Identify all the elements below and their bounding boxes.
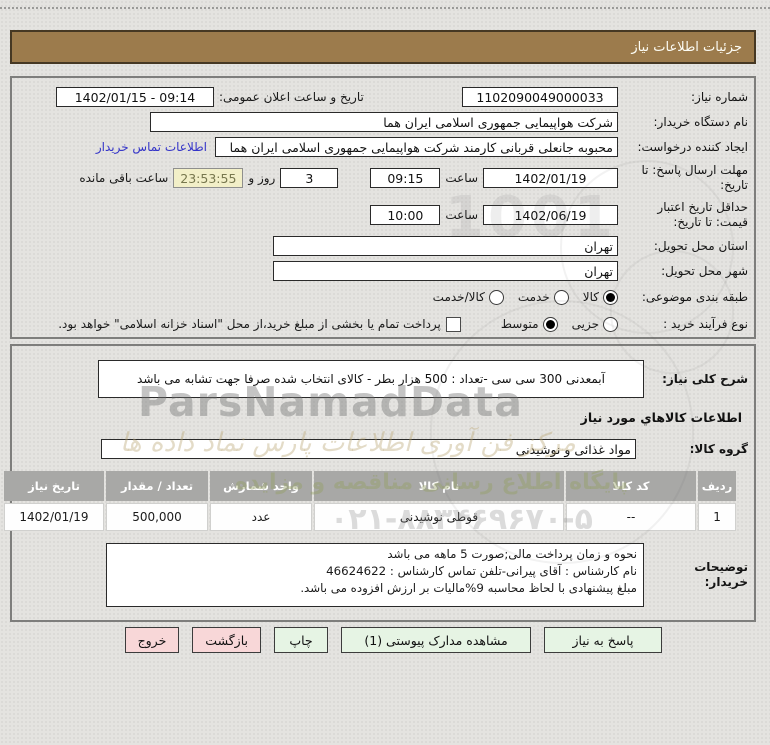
need-info-panel: شماره نیاز: 1102090049000033 تاریخ و ساع…: [10, 76, 756, 339]
remaining-label: ساعت باقی مانده: [79, 171, 169, 185]
col-need-date: تاریخ نیاز: [4, 471, 104, 501]
classification-label: طبقه بندی موضوعی:: [641, 289, 748, 304]
exit-button[interactable]: خروج: [124, 627, 180, 653]
col-goods-name: نام کالا: [314, 471, 564, 501]
need-desc-field[interactable]: آبمعدنی 300 سی سی -تعداد : 500 هزار بطر …: [98, 360, 644, 398]
time-remaining-field: 23:53:55: [173, 168, 244, 188]
process-label: نوع فرآیند خرید :: [663, 316, 748, 331]
goods-group-label: گروه کالا:: [689, 441, 748, 456]
announce-datetime-field[interactable]: 1402/01/15 - 09:14: [56, 87, 214, 107]
page-title-text: جزئیات اطلاعات نیاز: [631, 39, 742, 55]
cell-row-number: 1: [698, 503, 736, 531]
radio-goods[interactable]: [603, 289, 618, 305]
table-row[interactable]: 1 -- قوطی نوشیدنی عدد 500,000 1402/01/19: [4, 503, 736, 531]
print-button[interactable]: چاپ: [274, 627, 328, 653]
row-province: استان محل تحویل: تهران: [12, 236, 748, 256]
radio-partial-label: جزیی: [571, 317, 599, 331]
city-label: شهر محل تحویل:: [661, 263, 748, 278]
col-goods-code: کد کالا: [566, 471, 696, 501]
radio-medium[interactable]: [542, 316, 558, 332]
row-buyer-notes: توضیحات خریدار: نحوه و زمان پرداخت مالی;…: [12, 543, 748, 607]
row-price-validity: حداقل تاریخ اعتبار قیمت: تا تاریخ: 1402/…: [12, 199, 748, 231]
validity-label: حداقل تاریخ اعتبار قیمت: تا تاریخ:: [657, 200, 748, 229]
row-deadline: مهلت ارسال پاسخ: تا تاریخ: 1402/01/19 سا…: [12, 162, 748, 194]
row-need-desc: شرح کلی نیاز: آبمعدنی 300 سی سی -تعداد :…: [12, 360, 748, 398]
radio-goods-service-label: کالا/خدمت: [432, 290, 485, 304]
announce-label: تاریخ و ساعت اعلان عمومی:: [219, 90, 364, 104]
validity-time-field[interactable]: 10:00: [370, 205, 441, 225]
deadline-date-field[interactable]: 1402/01/19: [483, 168, 618, 188]
row-goods-group: گروه کالا: مواد غذائی و نوشیدنی: [12, 439, 748, 459]
back-button[interactable]: بازگشت: [192, 627, 261, 653]
view-attachments-button[interactable]: مشاهده مدارک پیوستی (1): [341, 627, 531, 653]
radio-partial[interactable]: [603, 316, 618, 332]
days-and-label: روز و: [248, 171, 276, 185]
buyer-notes-line2: نام کارشناس : آقای پیرانی-تلفن تماس کارش…: [326, 564, 637, 579]
col-count-unit: واحد شمارش: [210, 471, 312, 501]
row-classification: طبقه بندی موضوعی: کالا خدمت کالا/خدمت: [12, 286, 748, 308]
need-details-page: { "header": { "title": "جزئیات اطلاعات ن…: [0, 0, 770, 745]
need-desc-label: شرح کلی نیاز:: [662, 371, 748, 386]
top-dotted-divider: [0, 7, 770, 9]
buyer-notes-field[interactable]: نحوه و زمان پرداخت مالی;صورت 5 ماهه می ب…: [106, 543, 644, 607]
goods-table-header: ردیف کد کالا نام کالا واحد شمارش تعداد /…: [4, 471, 736, 501]
radio-service[interactable]: [553, 289, 569, 305]
page-title: جزئیات اطلاعات نیاز: [10, 30, 756, 64]
col-quantity: تعداد / مقدار: [106, 471, 208, 501]
cell-goods-name: قوطی نوشیدنی: [314, 503, 564, 531]
radio-goods-service[interactable]: [488, 289, 504, 305]
buyer-notes-line1: نحوه و زمان پرداخت مالی;صورت 5 ماهه می ب…: [387, 547, 637, 561]
row-city: شهر محل تحویل: تهران: [12, 261, 748, 281]
buyer-notes-line3: مبلغ پیشنهادی با لحاظ محاسبه 9%مالیات بر…: [300, 581, 637, 596]
buyer-contact-link[interactable]: اطلاعات تماس خریدار: [96, 140, 207, 154]
deadline-label: مهلت ارسال پاسخ: تا تاریخ:: [641, 163, 748, 192]
validity-hour-label: ساعت: [445, 208, 478, 222]
row-need-number: شماره نیاز: 1102090049000033 تاریخ و ساع…: [12, 87, 748, 107]
cell-quantity: 500,000: [106, 503, 208, 531]
goods-info-panel: شرح کلی نیاز: آبمعدنی 300 سی سی -تعداد :…: [4, 344, 756, 622]
buyer-org-label: نام دستگاه خریدار:: [653, 114, 749, 129]
cell-count-unit: عدد: [210, 503, 312, 531]
deadline-hour-label: ساعت: [445, 171, 478, 185]
need-number-label: شماره نیاز:: [691, 89, 748, 104]
radio-medium-label: متوسط: [500, 317, 539, 331]
col-row-number: ردیف: [698, 471, 736, 501]
treasury-checkbox-label: پرداخت تمام یا بخشی از مبلغ خرید،از محل …: [58, 317, 441, 331]
creator-label: ایجاد کننده درخواست:: [637, 139, 748, 154]
deadline-time-field[interactable]: 09:15: [370, 168, 441, 188]
days-remaining-field: 3: [280, 168, 339, 188]
need-number-field[interactable]: 1102090049000033: [462, 87, 618, 107]
radio-service-label: خدمت: [517, 290, 550, 304]
goods-group-field[interactable]: مواد غذائی و نوشیدنی: [101, 439, 636, 459]
buyer-notes-label: توضیحات خریدار:: [694, 560, 748, 589]
row-creator: ایجاد کننده درخواست: محبوبه جانعلی قربان…: [12, 137, 748, 157]
respond-to-need-button[interactable]: پاسخ به نیاز: [544, 627, 662, 653]
province-field[interactable]: تهران: [273, 236, 618, 256]
row-process-type: نوع فرآیند خرید : جزیی متوسط پرداخت تمام…: [12, 313, 748, 335]
province-label: استان محل تحویل:: [653, 238, 748, 253]
treasury-checkbox[interactable]: [445, 316, 461, 332]
radio-goods-label: کالا: [582, 290, 599, 304]
validity-date-field[interactable]: 1402/06/19: [483, 205, 618, 225]
cell-goods-code: --: [566, 503, 696, 531]
city-field[interactable]: تهران: [273, 261, 618, 281]
buyer-org-field[interactable]: شرکت هواپیمایی جمهوری اسلامی ایران هما: [150, 112, 618, 132]
row-buyer-org: نام دستگاه خریدار: شرکت هواپیمایی جمهوری…: [12, 112, 748, 132]
creator-field[interactable]: محبوبه جانعلی قربانی کارمند شرکت هواپیما…: [215, 137, 618, 157]
goods-heading: اطلاعات کالاهاي مورد نیاز: [580, 410, 742, 425]
cell-need-date: 1402/01/19: [4, 503, 104, 531]
goods-table: ردیف کد کالا نام کالا واحد شمارش تعداد /…: [4, 471, 736, 531]
action-buttons: پاسخ به نیاز مشاهده مدارک پیوستی (1) چاپ…: [124, 627, 662, 653]
